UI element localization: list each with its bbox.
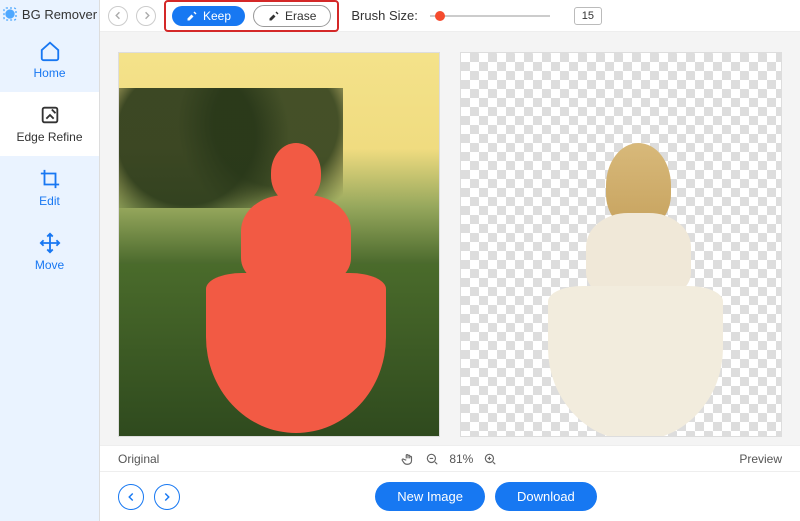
sidebar-item-move[interactable]: Move [0, 220, 99, 284]
sidebar-item-label: Move [35, 258, 64, 272]
slider-track [430, 15, 550, 17]
undo-button[interactable] [108, 6, 128, 26]
erase-button[interactable]: Erase [253, 5, 331, 27]
brush-size-value[interactable]: 15 [574, 7, 602, 25]
main: Keep Erase Brush Size: 15 [100, 0, 800, 521]
home-icon [39, 40, 61, 62]
edge-refine-icon [39, 104, 61, 126]
next-image-button[interactable] [154, 484, 180, 510]
sidebar-item-label: Edge Refine [16, 130, 82, 144]
sidebar-item-home[interactable]: Home [0, 28, 99, 92]
hand-tool-icon[interactable] [401, 452, 415, 466]
preview-canvas[interactable] [460, 52, 782, 437]
keep-label: Keep [203, 9, 231, 23]
original-canvas[interactable] [118, 52, 440, 437]
status-bar: Original 81% Preview [100, 445, 800, 471]
zoom-controls: 81% [401, 452, 497, 466]
crop-icon [39, 168, 61, 190]
sidebar-item-edit[interactable]: Edit [0, 156, 99, 220]
original-image [119, 53, 439, 436]
preview-label: Preview [739, 452, 782, 466]
transparency-checker [461, 53, 781, 436]
brush-size-slider[interactable] [430, 9, 560, 23]
sidebar-item-label: Home [33, 66, 65, 80]
toolbar: Keep Erase Brush Size: 15 [100, 0, 800, 32]
app-title-text: BG Remover [22, 7, 97, 22]
brush-mode-callout: Keep Erase [164, 0, 339, 32]
download-button[interactable]: Download [495, 482, 597, 511]
preview-figure-cutout [553, 143, 723, 423]
sidebar: BG Remover Home Edge Refine Edit Move [0, 0, 100, 521]
move-icon [39, 232, 61, 254]
footer: New Image Download [100, 471, 800, 521]
sidebar-item-edge-refine[interactable]: Edge Refine [0, 92, 99, 156]
sidebar-item-label: Edit [39, 194, 60, 208]
zoom-in-icon[interactable] [483, 452, 497, 466]
brush-size-label: Brush Size: [351, 8, 417, 23]
app-root: BG Remover Home Edge Refine Edit Move [0, 0, 800, 521]
original-label: Original [118, 452, 159, 466]
redo-button[interactable] [136, 6, 156, 26]
slider-thumb[interactable] [435, 11, 445, 21]
keep-brush-icon [186, 10, 198, 22]
erase-brush-icon [268, 10, 280, 22]
zoom-out-icon[interactable] [425, 452, 439, 466]
zoom-value: 81% [449, 452, 473, 466]
app-logo-icon [2, 6, 18, 22]
prev-image-button[interactable] [118, 484, 144, 510]
original-figure-mask [211, 143, 381, 423]
new-image-button[interactable]: New Image [375, 482, 485, 511]
canvas-area [100, 32, 800, 445]
erase-label: Erase [285, 9, 316, 23]
app-title: BG Remover [2, 6, 97, 28]
keep-button[interactable]: Keep [172, 6, 245, 26]
